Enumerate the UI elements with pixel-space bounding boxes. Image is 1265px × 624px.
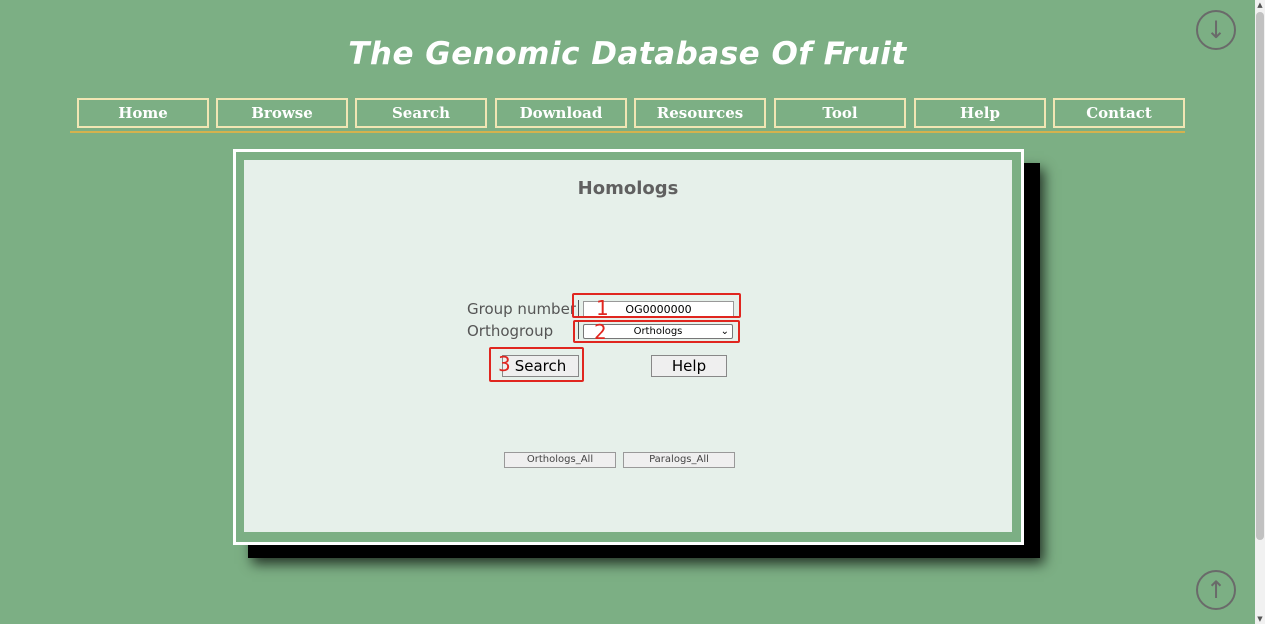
annotation-number-1: 1 xyxy=(596,296,609,320)
help-button[interactable]: Help xyxy=(651,355,727,377)
nav-browse[interactable]: Browse xyxy=(216,98,348,128)
nav-search[interactable]: Search xyxy=(355,98,487,128)
annotation-number-2: 2 xyxy=(594,320,607,344)
nav-contact[interactable]: Contact xyxy=(1053,98,1185,128)
paralogs-all-button[interactable]: Paralogs_All xyxy=(623,452,735,468)
scroll-up-arrow-icon[interactable]: ▲ xyxy=(1256,0,1264,10)
orthogroup-label: Orthogroup xyxy=(467,322,554,340)
nav-divider xyxy=(70,131,1185,133)
arrow-down-circle-icon[interactable]: ↓ xyxy=(1196,10,1236,50)
nav-help[interactable]: Help xyxy=(914,98,1046,128)
homologs-panel: Homologs Group number OG0000000 Orthogro… xyxy=(244,160,1012,532)
scroll-down-arrow-icon[interactable]: ▼ xyxy=(1256,614,1264,624)
nav-home[interactable]: Home xyxy=(77,98,209,128)
arrow-up-circle-icon[interactable]: ↑ xyxy=(1196,570,1236,610)
nav-download[interactable]: Download xyxy=(495,98,627,128)
nav-resources[interactable]: Resources xyxy=(634,98,766,128)
main-nav: Home Browse Search Download Resources To… xyxy=(77,98,1185,128)
panel-title: Homologs xyxy=(577,178,679,199)
annotation-number-3: 3 xyxy=(498,352,511,376)
orthologs-all-button[interactable]: Orthologs_All xyxy=(504,452,616,468)
scrollbar-thumb[interactable] xyxy=(1256,12,1264,540)
nav-tool[interactable]: Tool xyxy=(774,98,906,128)
group-number-label: Group number xyxy=(467,300,576,318)
site-title: The Genomic Database Of Fruit xyxy=(348,36,907,72)
page-scrollbar[interactable]: ▲ ▼ xyxy=(1255,0,1265,624)
